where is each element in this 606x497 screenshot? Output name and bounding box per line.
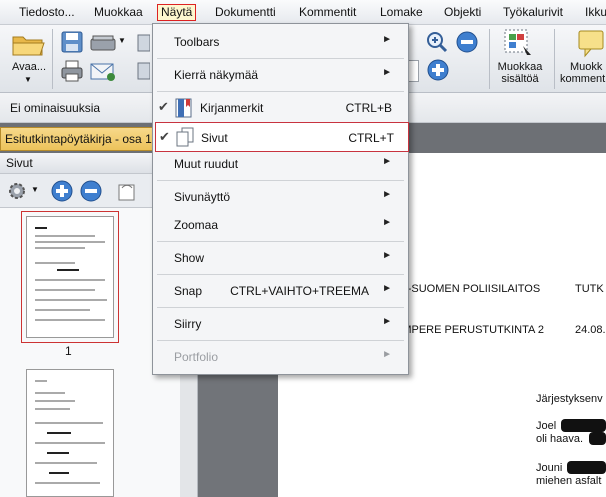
menu-item-pages[interactable]: ✔ Sivut CTRL+T	[155, 122, 409, 152]
paragraph-2-a: Joel	[536, 420, 557, 432]
toolbar-partial-icon-2[interactable]	[136, 61, 151, 81]
menu-tiedosto[interactable]: Tiedosto...	[16, 4, 78, 21]
menu-item-other-panes[interactable]: Muut ruudut ►	[153, 150, 408, 178]
redaction-block	[589, 432, 606, 445]
page-thumbnail-2[interactable]	[26, 369, 114, 497]
submenu-arrow-icon: ►	[382, 283, 392, 294]
page-thumbnail-1[interactable]	[21, 211, 119, 343]
menu-dokumentti[interactable]: Dokumentti	[212, 4, 279, 21]
paragraph-3-a: Jouni	[536, 462, 563, 474]
open-folder-icon[interactable]	[10, 30, 46, 58]
submenu-arrow-icon: ►	[382, 349, 392, 360]
page-thumbnail-number: 1	[65, 344, 72, 358]
menu-objekti[interactable]: Objekti	[441, 4, 484, 21]
bookmarks-icon	[175, 98, 193, 118]
submenu-arrow-icon: ►	[382, 67, 392, 78]
paragraph-1: Järjestyksenv	[536, 393, 603, 405]
open-dropdown-icon[interactable]: ▼	[24, 75, 32, 84]
page-zoom-out-icon[interactable]	[80, 180, 102, 202]
header-unit: AMPERE PERUSTUTKINTA 2	[395, 324, 544, 336]
menu-item-page-display[interactable]: Sivunäyttö ►	[153, 183, 408, 211]
menu-ikkuna[interactable]: Ikku	[582, 4, 606, 21]
gear-dropdown-icon[interactable]: ▼	[31, 185, 39, 194]
toolbar-partial-icon[interactable]	[136, 33, 151, 53]
properties-text: Ei ominaisuuksia	[10, 101, 101, 115]
header-type: TUTK	[575, 283, 604, 295]
checkmark-icon: ✔	[158, 99, 169, 114]
document-tab[interactable]: Esitutkintapöytäkirja - osa 1	[0, 127, 158, 151]
menu-item-go-to[interactable]: Siirry ►	[153, 310, 408, 338]
submenu-arrow-icon: ►	[382, 217, 392, 228]
header-organization: ISÄ-SUOMEN POLIISILAITOS	[390, 283, 541, 295]
pages-icon	[176, 127, 194, 147]
edit-content-icon[interactable]	[503, 28, 533, 58]
scanner-icon[interactable]	[89, 31, 117, 53]
email-icon[interactable]	[89, 59, 117, 83]
zoom-in-icon[interactable]	[426, 58, 450, 82]
checkmark-icon: ✔	[159, 129, 170, 144]
menu-kommentit[interactable]: Kommentit	[296, 4, 359, 21]
redaction-block	[561, 419, 606, 432]
menu-item-rotate-view[interactable]: Kierrä näkymää ►	[153, 61, 408, 89]
submenu-arrow-icon: ►	[382, 189, 392, 200]
print-icon[interactable]	[60, 59, 84, 83]
edit-comment-label-2[interactable]: komment	[560, 73, 606, 86]
open-label[interactable]: Avaa...	[8, 61, 50, 74]
menu-item-show[interactable]: Show ►	[153, 244, 408, 272]
menu-item-zoom[interactable]: Zoomaa ►	[153, 211, 408, 239]
gear-icon[interactable]	[6, 180, 28, 202]
menu-item-toolbars[interactable]: Toolbars ►	[153, 28, 408, 56]
submenu-arrow-icon: ►	[382, 316, 392, 327]
paragraph-3-b: miehen asfalt	[536, 475, 602, 487]
menu-item-snap[interactable]: Snap CTRL+VAIHTO+TREEMA ►	[153, 277, 408, 305]
view-menu: Toolbars ► Kierrä näkymää ► ✔ Kirjanmerk…	[152, 23, 409, 375]
menu-bar: Tiedosto... Muokkaa Näytä Dokumentti Kom…	[0, 0, 606, 25]
menu-item-portfolio: Portfolio ►	[174, 349, 392, 364]
scanner-dropdown-icon[interactable]: ▼	[118, 36, 126, 45]
menu-muokkaa[interactable]: Muokkaa	[91, 4, 146, 21]
menu-lomake[interactable]: Lomake	[377, 4, 426, 21]
header-date: 24.08.	[575, 324, 606, 336]
paragraph-2-b: oli haava.	[536, 433, 584, 445]
menu-tyokalurivit[interactable]: Työkalurivit	[500, 4, 566, 21]
save-icon[interactable]	[60, 31, 84, 53]
submenu-arrow-icon: ►	[382, 34, 392, 45]
edit-content-label-2[interactable]: sisältöä	[494, 73, 546, 86]
menu-item-bookmarks[interactable]: ✔ Kirjanmerkit CTRL+B	[153, 94, 408, 122]
submenu-arrow-icon: ►	[382, 250, 392, 261]
submenu-arrow-icon: ►	[382, 156, 392, 167]
redaction-block	[567, 461, 606, 474]
menu-nayta[interactable]: Näytä	[157, 4, 197, 21]
zoom-tool-icon[interactable]	[426, 31, 448, 53]
page-zoom-in-icon[interactable]	[51, 180, 73, 202]
edit-comment-icon[interactable]	[577, 28, 606, 58]
rotate-page-icon[interactable]	[116, 180, 138, 202]
zoom-out-icon[interactable]	[455, 30, 479, 54]
